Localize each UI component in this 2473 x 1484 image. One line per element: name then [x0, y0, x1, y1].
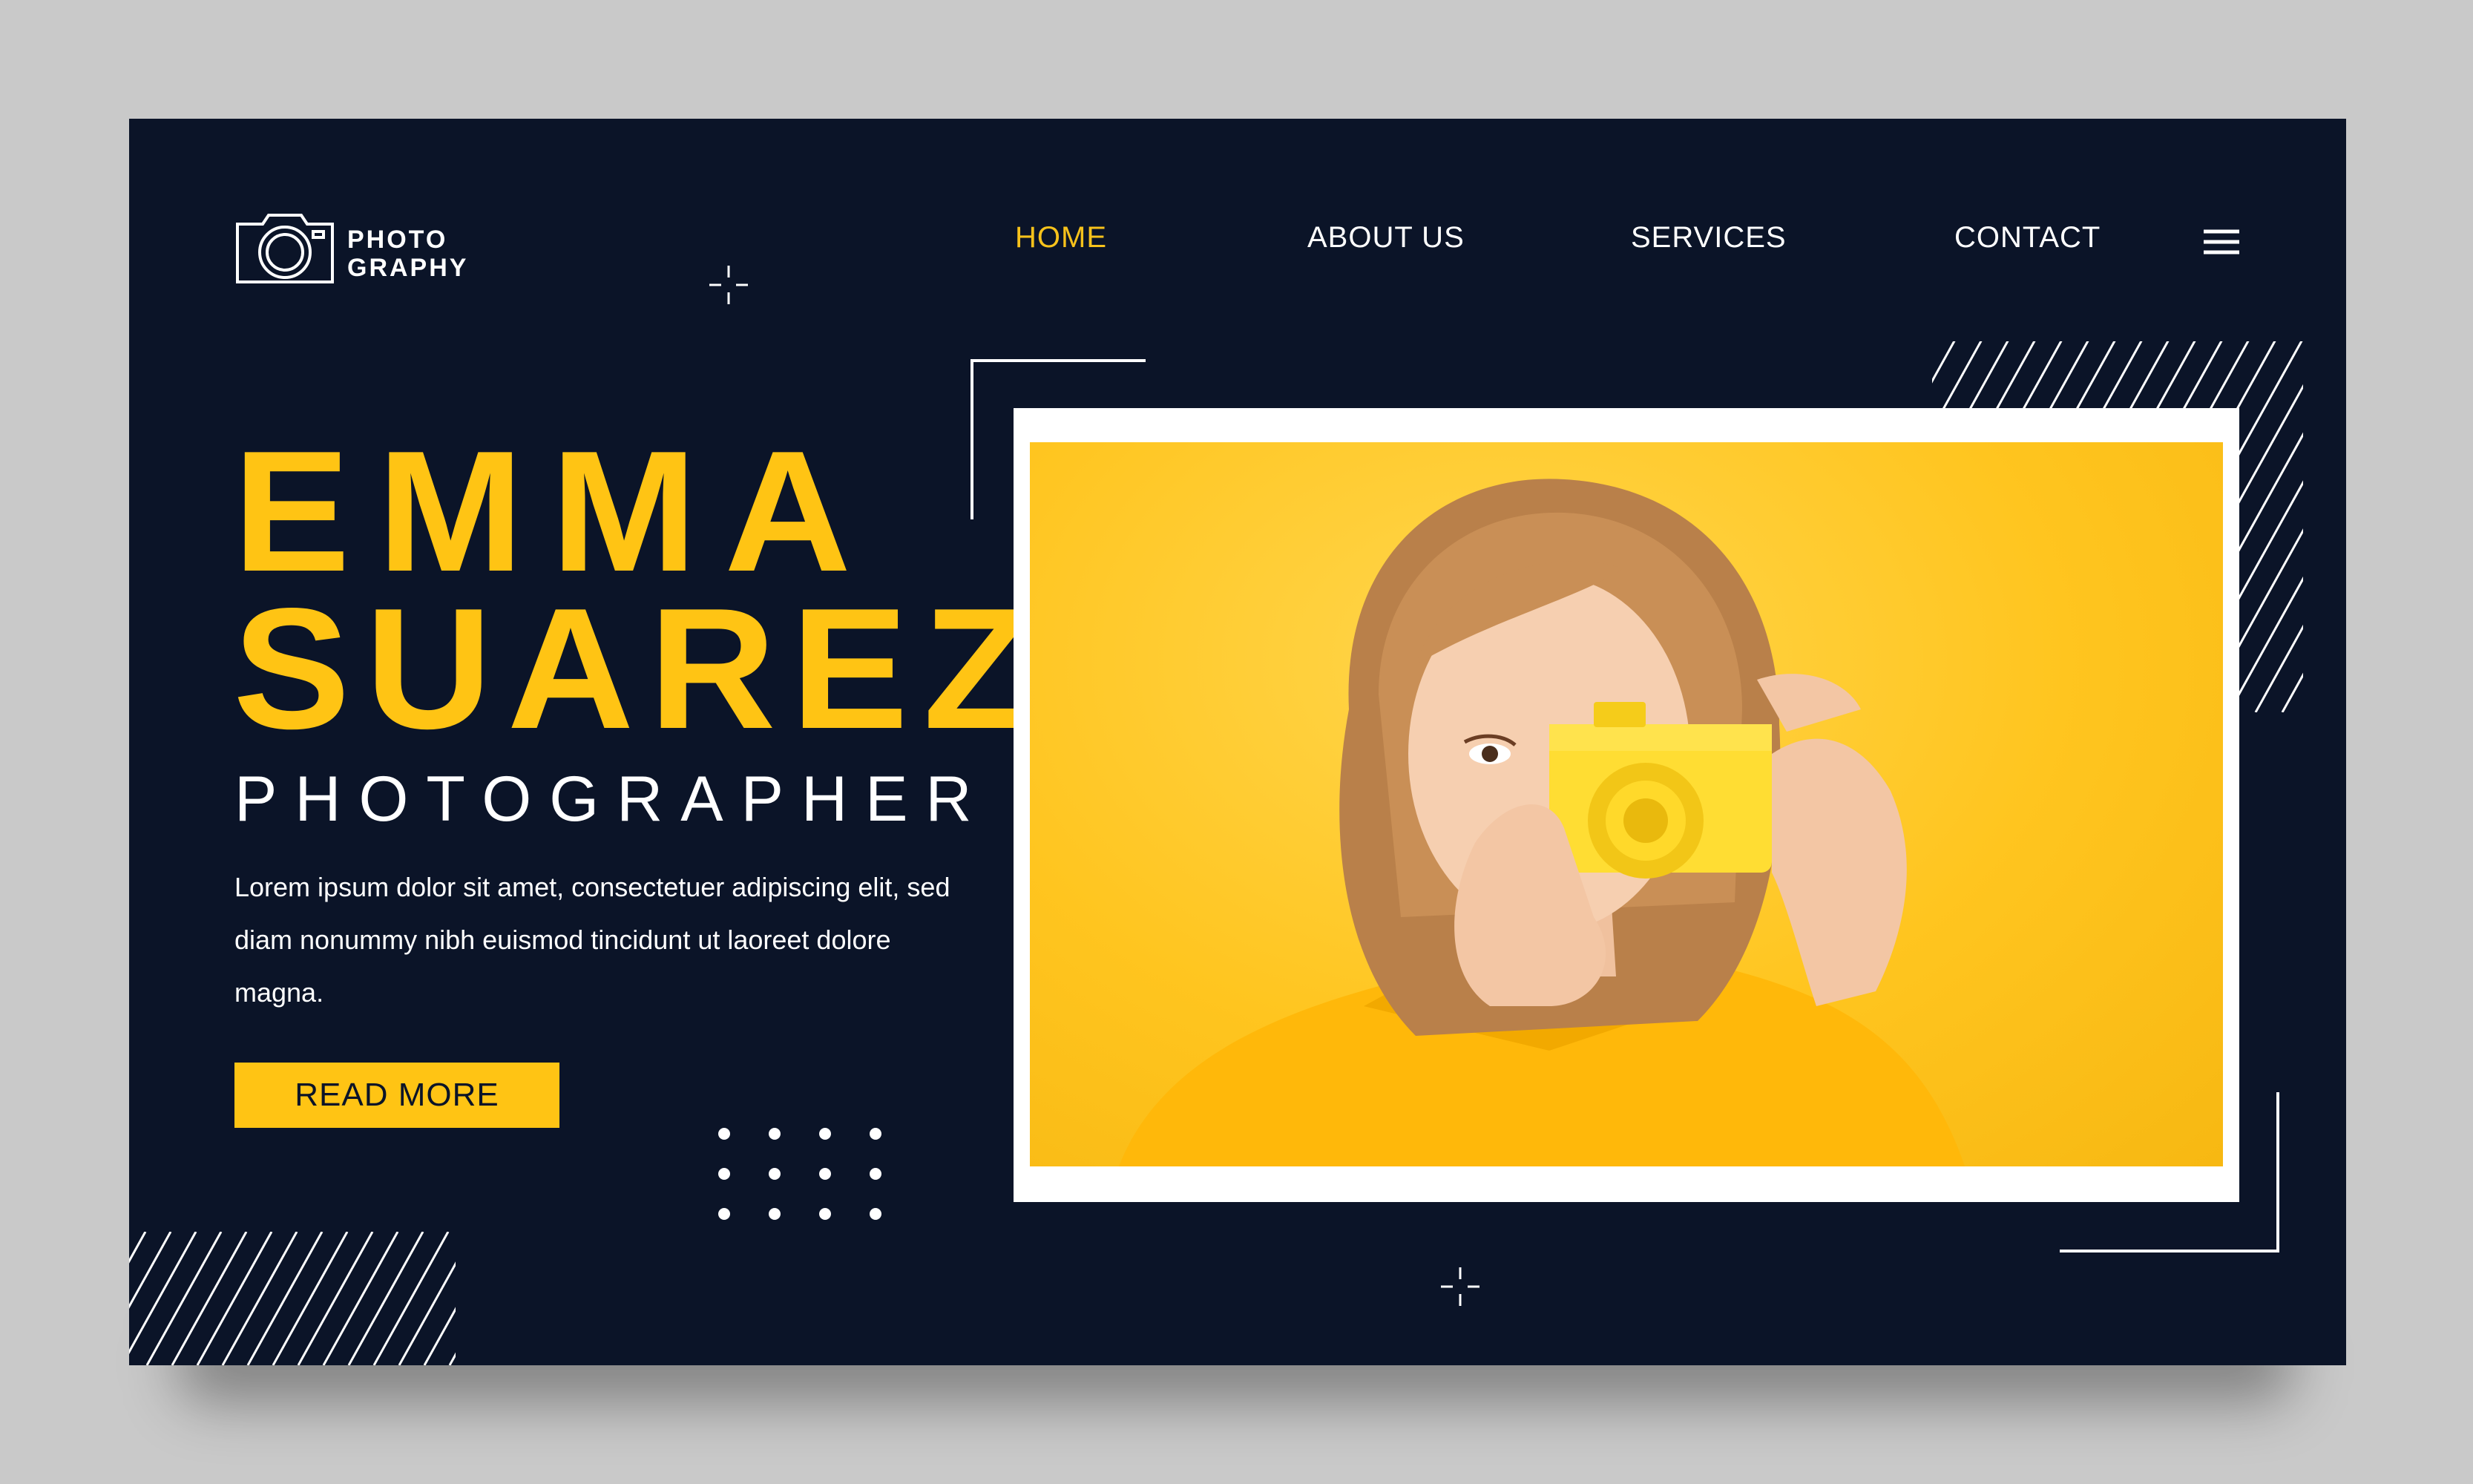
decor-dot	[870, 1208, 881, 1220]
stripe-line	[423, 1307, 456, 1365]
decor-dot	[819, 1208, 831, 1220]
hamburger-menu-icon[interactable]	[2204, 229, 2239, 255]
hero-role: PHOTOGRAPHER	[234, 764, 990, 835]
read-more-button[interactable]: READ MORE	[234, 1063, 559, 1128]
hero-description: Lorem ipsum dolor sit amet, consectetuer…	[234, 872, 950, 1008]
hero-photo	[1030, 442, 2223, 1166]
decor-dot	[718, 1128, 730, 1140]
brand-logo[interactable]: PHOTO GRAPHY	[233, 208, 485, 289]
stripe-line	[129, 1232, 197, 1355]
decor-dot	[819, 1128, 831, 1140]
decor-dot	[718, 1208, 730, 1220]
crosshair-decoration	[709, 266, 748, 304]
nav-about-us[interactable]: ABOUT US	[1307, 221, 1465, 255]
decor-dot	[769, 1168, 781, 1180]
landing-page: PHOTO GRAPHY HOME ABOUT US SERVICES CONT…	[129, 119, 2346, 1365]
dot-grid-decoration	[718, 1128, 881, 1220]
logo-text: PHOTO GRAPHY	[347, 226, 469, 282]
decor-dot	[769, 1128, 781, 1140]
decor-dot	[870, 1128, 881, 1140]
decor-dot	[769, 1208, 781, 1220]
stripe-line	[2227, 576, 2303, 712]
nav-services[interactable]: SERVICES	[1631, 221, 1787, 255]
decor-dot	[819, 1168, 831, 1180]
diagonal-stripes-bottom-left	[129, 1232, 456, 1365]
nav-contact[interactable]: CONTACT	[1954, 221, 2101, 255]
crosshair-decoration	[1441, 1267, 1479, 1306]
hero-first-name: EMMA	[233, 416, 878, 608]
decor-dot	[870, 1168, 881, 1180]
hero-last-name: SUAREZ	[233, 573, 1046, 765]
nav-home[interactable]: HOME	[1015, 221, 1107, 255]
hero-photo-frame	[1014, 408, 2239, 1202]
stripe-line	[398, 1261, 456, 1365]
decor-dot	[718, 1168, 730, 1180]
camera-icon	[236, 214, 334, 283]
stripe-line	[448, 1352, 456, 1365]
photographer-illustration	[1119, 479, 1965, 1166]
